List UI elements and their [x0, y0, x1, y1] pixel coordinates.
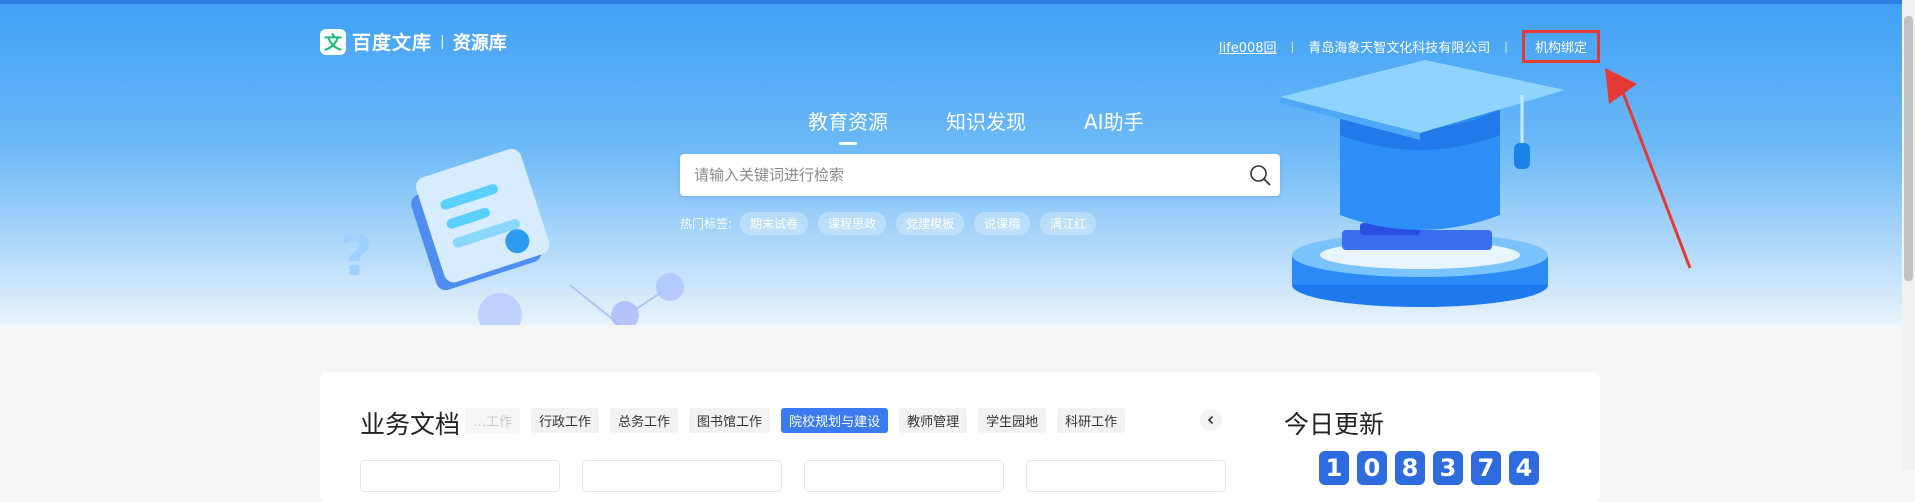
tab-knowledge-discovery[interactable]: 知识发现	[946, 106, 1026, 135]
category-tab-active[interactable]: 院校规划与建设	[781, 407, 889, 433]
section-title: 业务文档	[360, 410, 461, 439]
category-tabs: …工作 行政工作 总务工作 图书馆工作 院校规划与建设 教师管理 学生园地 科研…	[465, 407, 1320, 433]
tab-education-resources[interactable]: 教育资源	[808, 106, 888, 145]
document-thumbnail[interactable]	[360, 460, 560, 492]
counter-digit: 4	[1509, 451, 1539, 485]
annotation-arrow-icon	[1605, 68, 1692, 269]
counter-digit: 1	[1319, 451, 1349, 485]
top-strip	[0, 0, 1915, 4]
nav-separator: |	[1504, 40, 1508, 53]
counter-digit: 3	[1433, 451, 1463, 485]
logo-separator: |	[440, 33, 445, 50]
wenku-logo-icon: 文	[320, 28, 346, 55]
update-counter: 1 0 8 3 7 4	[1319, 451, 1539, 485]
hero-tabs: 教育资源 知识发现 AI助手	[808, 106, 1144, 145]
business-documents-card: 业务文档 …工作 行政工作 总务工作 图书馆工作 院校规划与建设 教师管理 学生…	[320, 372, 1600, 502]
document-thumbnail[interactable]	[582, 460, 782, 492]
category-tab[interactable]: 图书馆工作	[689, 407, 771, 433]
svg-text:?: ?	[340, 224, 372, 289]
document-thumbnail[interactable]	[804, 460, 1004, 492]
hot-tag[interactable]: 课程思政	[818, 212, 887, 235]
search-bar	[680, 154, 1280, 196]
today-updates-title: 今日更新	[1284, 410, 1385, 439]
graduation-cap-illustration-icon	[1280, 60, 1565, 307]
hot-tag[interactable]: 党建模板	[896, 212, 965, 235]
category-tab[interactable]: 教师管理	[899, 407, 968, 433]
category-tab[interactable]: …工作	[465, 407, 521, 433]
search-input[interactable]	[680, 165, 1240, 185]
logo-text: 百度文库	[352, 32, 433, 54]
username-link[interactable]: life008回	[1219, 37, 1277, 56]
tab-ai-assistant[interactable]: AI助手	[1084, 106, 1144, 135]
hot-tags: 热门标签: 期末试卷 课程思政 党建模板 说课稿 满江红	[680, 212, 1106, 235]
category-tab[interactable]: 总务工作	[610, 407, 679, 433]
hero-banner: 文 百度文库 | 资源库 life008回 | 青岛海象天智文化科技有限公司 |…	[0, 0, 1915, 325]
hot-tag[interactable]: 期末试卷	[740, 212, 809, 235]
document-thumbnails	[360, 460, 1226, 492]
scrollbar[interactable]	[1902, 0, 1915, 470]
category-tab[interactable]: 科研工作	[1057, 407, 1126, 433]
category-tab[interactable]: 学生园地	[978, 407, 1047, 433]
counter-digit: 8	[1395, 451, 1425, 485]
hot-tag[interactable]: 满江红	[1040, 212, 1097, 235]
counter-digit: 0	[1357, 451, 1387, 485]
document-illustration-icon: ?	[340, 148, 684, 325]
nav-separator: |	[1290, 40, 1295, 53]
hot-tag[interactable]: 说课稿	[974, 212, 1031, 235]
document-thumbnail[interactable]	[1026, 460, 1226, 492]
organization-name: 青岛海象天智文化科技有限公司	[1308, 41, 1491, 56]
counter-digit: 7	[1471, 451, 1501, 485]
chevron-left-icon[interactable]	[1200, 409, 1222, 431]
category-tab[interactable]: 行政工作	[531, 407, 600, 433]
logo[interactable]: 文 百度文库 | 资源库	[320, 28, 507, 55]
logo-subtitle: 资源库	[452, 32, 507, 54]
scrollbar-thumb[interactable]	[1904, 16, 1913, 281]
